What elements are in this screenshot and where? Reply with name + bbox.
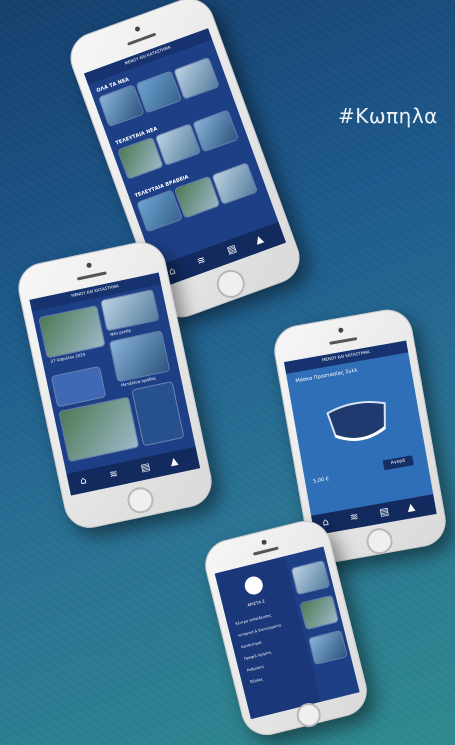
speaker-grille [252,546,279,556]
stats-icon[interactable]: ▤ [379,506,390,518]
news-card[interactable] [300,596,338,629]
stats-icon[interactable]: ▤ [226,243,239,257]
news-card[interactable] [136,71,181,113]
news-card[interactable] [291,561,330,595]
speaker-grille [127,32,157,46]
photo-card[interactable] [101,290,159,331]
rowing-icon[interactable]: ≋ [196,254,208,267]
home-button[interactable] [125,484,156,516]
home-icon[interactable]: ⌂ [322,517,330,529]
speaker-grille [329,337,358,345]
user-name: ΑΡΙΣΤΑ Ζ [246,598,266,608]
news-card[interactable] [99,85,144,126]
avatar [242,574,265,597]
mask-icon [326,401,386,441]
menu-item-shop[interactable]: Κατάστημα [241,640,262,649]
news-card[interactable] [174,58,219,99]
stats-icon[interactable]: ▤ [140,462,152,475]
rowing-icon[interactable]: ≋ [349,512,359,524]
home-icon[interactable]: ⌂ [167,265,177,278]
speaker-grille [76,271,107,281]
menu-item-settings[interactable]: Ρυθμίσεις [247,664,265,672]
menu-screen: ΑΡΙΣΤΑ Ζ Κέντρο εκπαίδευσης Ιστορικό & Ε… [214,546,360,720]
camera-icon [86,262,93,269]
user-icon[interactable]: ▲ [406,502,415,514]
menu-item-history[interactable]: Ιστορικό & Επιτεύγματα [238,623,281,637]
photo-card[interactable] [39,306,105,358]
menu-item-training[interactable]: Κέντρο εκπαίδευσης [235,613,272,626]
award-card[interactable] [212,163,257,204]
hashtag-text: #Κωπηλα [338,104,438,128]
home-button[interactable] [364,526,395,557]
placeholder-card[interactable] [132,382,184,446]
camera-icon [337,327,344,334]
news-card[interactable] [118,138,163,179]
award-card[interactable] [137,190,182,232]
product-price: 5,00 € [312,476,330,485]
gallery-screen: ΜΕΝΟΥ ΚΑΙ ΚΑΤΑΣΤΗΜΑ 27 Απριλίου 2024 Νέο… [29,272,201,496]
menu-item-logout[interactable]: Έξοδος [250,677,264,684]
award-card[interactable] [175,176,220,218]
camera-icon [134,25,141,33]
photo-card[interactable] [109,331,170,382]
camera-icon [261,539,268,546]
rowing-photo[interactable] [59,397,139,462]
buy-button[interactable]: Αγορά [382,455,414,471]
placeholder-card[interactable] [51,366,106,407]
news-card[interactable] [155,124,201,165]
news-card[interactable] [309,630,347,664]
news-card[interactable] [193,110,238,152]
shop-screen: ΜΕΝΟΥ ΚΑΙ ΚΑΤΑΣΤΗΜΑ Μάσκα Προστασίας Συλ… [284,340,437,536]
menu-item-profile[interactable]: Προφίλ Χρήστη [244,650,272,661]
home-icon[interactable]: ⌂ [79,475,88,487]
user-icon[interactable]: ▲ [254,234,265,247]
user-icon[interactable]: ▲ [169,456,179,468]
rowing-icon[interactable]: ≋ [109,468,119,481]
